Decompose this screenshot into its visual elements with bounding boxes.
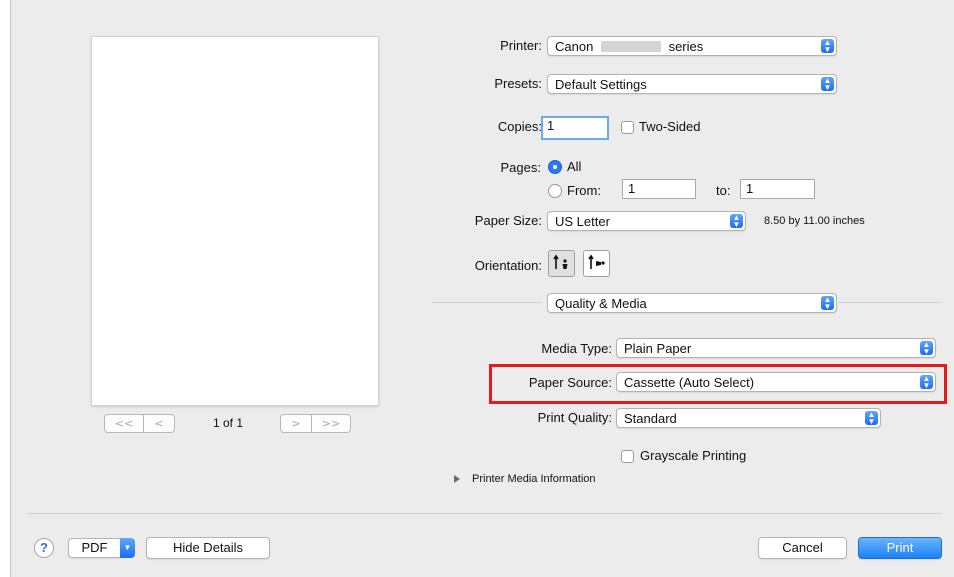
paper-size-label: Paper Size: bbox=[474, 213, 542, 228]
portrait-orientation-button[interactable] bbox=[548, 250, 575, 277]
pages-from-label: From: bbox=[567, 183, 601, 198]
printer-label: Printer: bbox=[500, 38, 542, 53]
copies-input[interactable]: 1 bbox=[541, 116, 609, 140]
last-page-button[interactable]: >> bbox=[312, 414, 351, 433]
two-sided-label: Two-Sided bbox=[639, 119, 701, 134]
divider-left bbox=[432, 302, 542, 303]
printer-media-info-label[interactable]: Printer Media Information bbox=[472, 473, 596, 485]
media-type-label: Media Type: bbox=[541, 341, 612, 356]
paper-source-popup[interactable]: Cassette (Auto Select) ▲ ▼ bbox=[616, 372, 936, 392]
grayscale-checkbox[interactable] bbox=[621, 450, 634, 463]
pdf-button-label: PDF bbox=[68, 538, 120, 558]
paper-source-label: Paper Source: bbox=[528, 375, 612, 390]
print-quality-label: Print Quality: bbox=[537, 410, 612, 425]
landscape-orientation-button[interactable] bbox=[583, 250, 610, 277]
help-button[interactable]: ? bbox=[34, 538, 54, 558]
two-sided-checkbox[interactable] bbox=[621, 121, 634, 134]
disclosure-triangle-icon[interactable] bbox=[454, 475, 460, 483]
pdf-dropdown-icon: ▼ bbox=[120, 538, 135, 558]
paper-size-popup[interactable]: US Letter ▲ ▼ bbox=[547, 211, 746, 231]
popup-arrows-icon: ▲ ▼ bbox=[821, 296, 834, 311]
paper-dimensions: 8.50 by 11.00 inches bbox=[764, 215, 865, 227]
first-page-button[interactable]: << bbox=[104, 414, 144, 433]
print-quality-popup[interactable]: Standard ▲ ▼ bbox=[616, 408, 881, 428]
redacted-model bbox=[600, 41, 661, 52]
portrait-icon bbox=[553, 254, 568, 269]
cancel-button[interactable]: Cancel bbox=[758, 537, 847, 559]
popup-arrows-icon: ▲ ▼ bbox=[920, 375, 933, 390]
pages-label: Pages: bbox=[500, 160, 541, 175]
paper-source-value: Cassette (Auto Select) bbox=[624, 375, 755, 390]
media-type-popup[interactable]: Plain Paper ▲ ▼ bbox=[616, 338, 936, 358]
popup-arrows-icon: ▲ ▼ bbox=[920, 341, 933, 356]
next-page-button[interactable]: > bbox=[280, 414, 312, 433]
popup-arrows-icon: ▲ ▼ bbox=[730, 214, 743, 229]
printer-value: Canon series bbox=[555, 39, 704, 54]
hide-details-button[interactable]: Hide Details bbox=[146, 537, 270, 559]
paper-size-value: US Letter bbox=[555, 214, 610, 229]
orientation-label: Orientation: bbox=[474, 258, 542, 273]
pages-all-radio[interactable] bbox=[548, 160, 562, 174]
presets-popup[interactable]: Default Settings ▲ ▼ bbox=[547, 74, 837, 94]
popup-arrows-icon: ▲ ▼ bbox=[821, 77, 834, 92]
preview-nav-back: << < bbox=[104, 414, 175, 433]
preview-nav-forward: > >> bbox=[280, 414, 351, 433]
footer-divider bbox=[28, 513, 942, 514]
presets-label: Presets: bbox=[494, 76, 542, 91]
page-preview bbox=[92, 37, 378, 405]
pages-to-input[interactable]: 1 bbox=[740, 179, 815, 199]
pdf-menu-button[interactable]: PDF ▼ bbox=[68, 538, 135, 558]
window-edge bbox=[0, 0, 11, 577]
pages-all-label: All bbox=[567, 159, 582, 174]
print-quality-value: Standard bbox=[624, 411, 677, 426]
printer-popup[interactable]: Canon series ▲ ▼ bbox=[547, 36, 837, 56]
section-value: Quality & Media bbox=[555, 296, 647, 311]
section-popup[interactable]: Quality & Media ▲ ▼ bbox=[547, 293, 837, 313]
pages-from-radio[interactable] bbox=[548, 184, 562, 198]
pages-from-input[interactable]: 1 bbox=[622, 179, 696, 199]
grayscale-label: Grayscale Printing bbox=[640, 448, 747, 463]
popup-arrows-icon: ▲ ▼ bbox=[865, 411, 878, 426]
print-button[interactable]: Print bbox=[858, 537, 942, 559]
copies-label: Copies: bbox=[497, 119, 542, 134]
divider-right bbox=[839, 302, 940, 303]
page-indicator: 1 of 1 bbox=[213, 416, 244, 430]
pages-to-label: to: bbox=[716, 183, 731, 198]
landscape-icon bbox=[588, 254, 605, 269]
presets-value: Default Settings bbox=[555, 77, 647, 92]
previous-page-button[interactable]: < bbox=[144, 414, 175, 433]
popup-arrows-icon: ▲ ▼ bbox=[821, 39, 834, 54]
media-type-value: Plain Paper bbox=[624, 341, 692, 356]
